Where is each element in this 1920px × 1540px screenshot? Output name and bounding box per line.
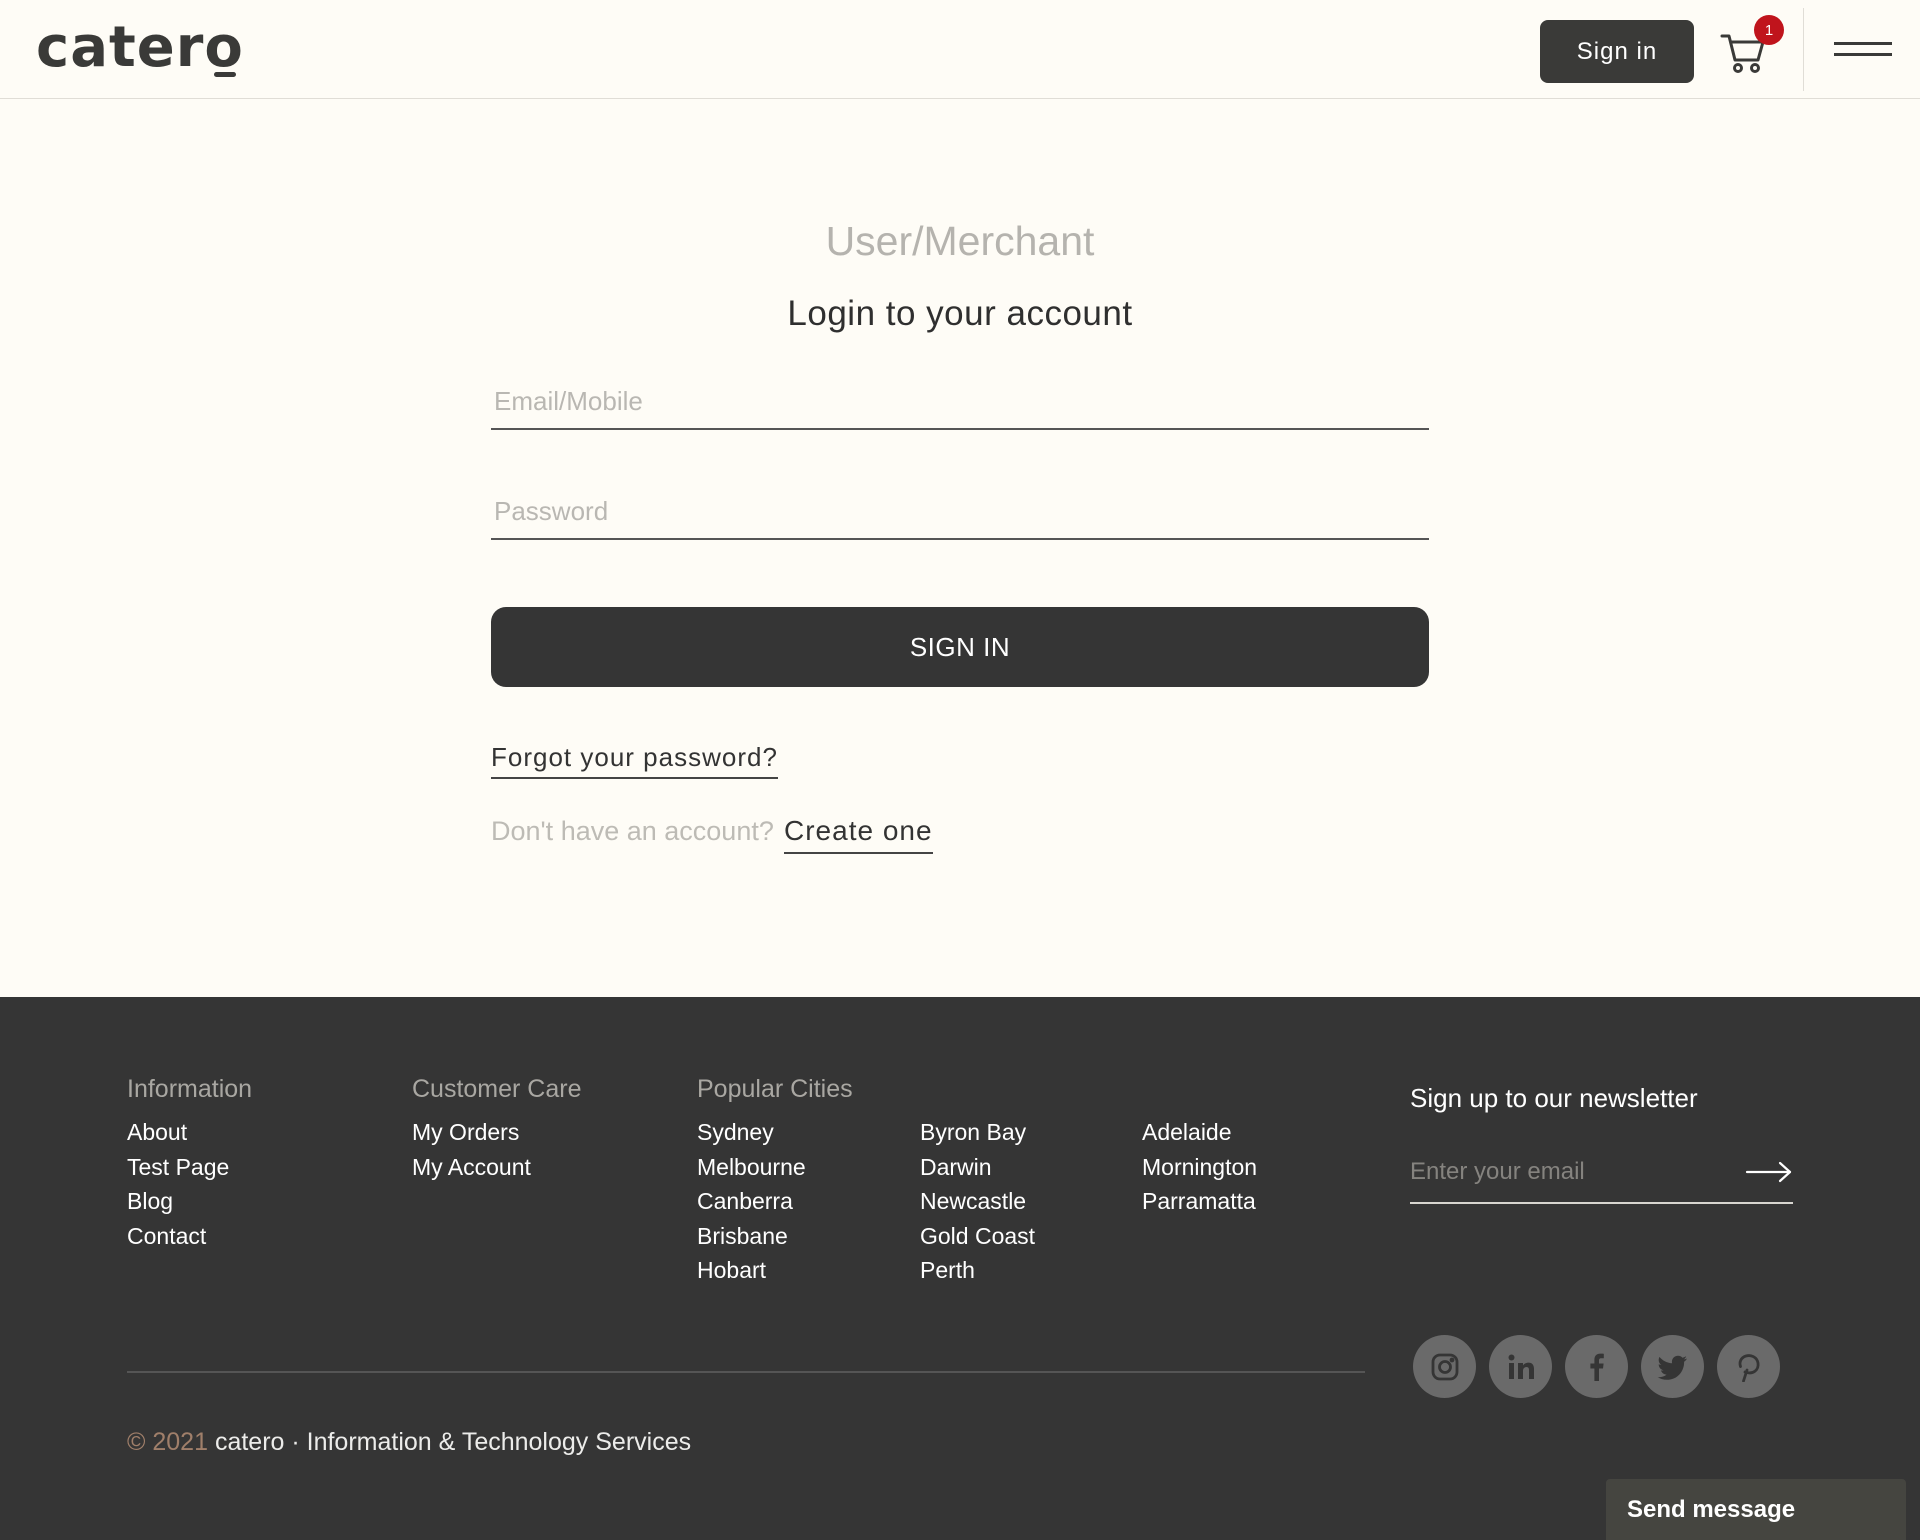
- city-link[interactable]: Darwin: [920, 1150, 1035, 1185]
- information-links: About Test Page Blog Contact: [127, 1115, 229, 1253]
- instagram-icon[interactable]: [1413, 1335, 1476, 1398]
- cities-column-2: Byron Bay Darwin Newcastle Gold Coast Pe…: [920, 1115, 1035, 1288]
- customer-care-heading: Customer Care: [412, 1075, 582, 1103]
- pinterest-icon[interactable]: [1717, 1335, 1780, 1398]
- site-header: catero Sign in 1: [0, 0, 1920, 99]
- cities-column-1: Sydney Melbourne Canberra Brisbane Hobar…: [697, 1115, 806, 1288]
- arrow-right-icon[interactable]: [1745, 1159, 1793, 1185]
- customer-care-links: My Orders My Account: [412, 1115, 531, 1184]
- city-link[interactable]: Byron Bay: [920, 1115, 1035, 1150]
- linkedin-icon[interactable]: [1489, 1335, 1552, 1398]
- no-account-text: Don't have an account?: [491, 816, 774, 846]
- newsletter-email-input[interactable]: [1410, 1147, 1750, 1197]
- city-link[interactable]: Melbourne: [697, 1150, 806, 1185]
- site-footer: Information About Test Page Blog Contact…: [0, 997, 1920, 1540]
- copyright: © 2021 catero · Information & Technology…: [127, 1428, 691, 1457]
- footer-link-test-page[interactable]: Test Page: [127, 1150, 229, 1185]
- city-link[interactable]: Newcastle: [920, 1184, 1035, 1219]
- city-link[interactable]: Parramatta: [1142, 1184, 1257, 1219]
- login-title: Login to your account: [787, 294, 1133, 333]
- hamburger-menu-icon[interactable]: [1834, 42, 1892, 60]
- newsletter-input-underline: [1410, 1202, 1793, 1204]
- city-link[interactable]: Brisbane: [697, 1219, 806, 1254]
- city-link[interactable]: Hobart: [697, 1253, 806, 1288]
- logo[interactable]: catero: [36, 16, 244, 80]
- popular-cities-heading: Popular Cities: [697, 1075, 853, 1103]
- city-link[interactable]: Gold Coast: [920, 1219, 1035, 1254]
- role-title: User/Merchant: [825, 218, 1095, 264]
- information-heading: Information: [127, 1075, 253, 1103]
- city-link[interactable]: Perth: [920, 1253, 1035, 1288]
- copyright-year: © 2021: [127, 1428, 208, 1456]
- footer-link-my-account[interactable]: My Account: [412, 1150, 531, 1185]
- send-message-button[interactable]: Send message: [1606, 1479, 1906, 1540]
- city-link[interactable]: Adelaide: [1142, 1115, 1257, 1150]
- cities-column-3: Adelaide Mornington Parramatta: [1142, 1115, 1257, 1219]
- copyright-text: catero · Information & Technology Servic…: [214, 1428, 692, 1456]
- email-mobile-input[interactable]: [491, 374, 1429, 430]
- create-account-link[interactable]: Create one: [784, 815, 933, 854]
- password-input[interactable]: [491, 484, 1429, 540]
- footer-link-about[interactable]: About: [127, 1115, 229, 1150]
- sign-in-button[interactable]: SIGN IN: [491, 607, 1429, 687]
- city-link[interactable]: Mornington: [1142, 1150, 1257, 1185]
- forgot-password-link[interactable]: Forgot your password?: [491, 742, 778, 779]
- header-divider: [1803, 8, 1804, 91]
- header-signin-button[interactable]: Sign in: [1540, 20, 1694, 83]
- newsletter-title: Sign up to our newsletter: [1410, 1083, 1698, 1113]
- footer-link-contact[interactable]: Contact: [127, 1219, 229, 1254]
- city-link[interactable]: Canberra: [697, 1184, 806, 1219]
- city-link[interactable]: Sydney: [697, 1115, 806, 1150]
- cart-count-badge: 1: [1754, 15, 1784, 45]
- footer-link-blog[interactable]: Blog: [127, 1184, 229, 1219]
- logo-underline: [214, 72, 236, 77]
- facebook-icon[interactable]: [1565, 1335, 1628, 1398]
- twitter-icon[interactable]: [1641, 1335, 1704, 1398]
- footer-link-my-orders[interactable]: My Orders: [412, 1115, 531, 1150]
- footer-divider: [127, 1371, 1365, 1373]
